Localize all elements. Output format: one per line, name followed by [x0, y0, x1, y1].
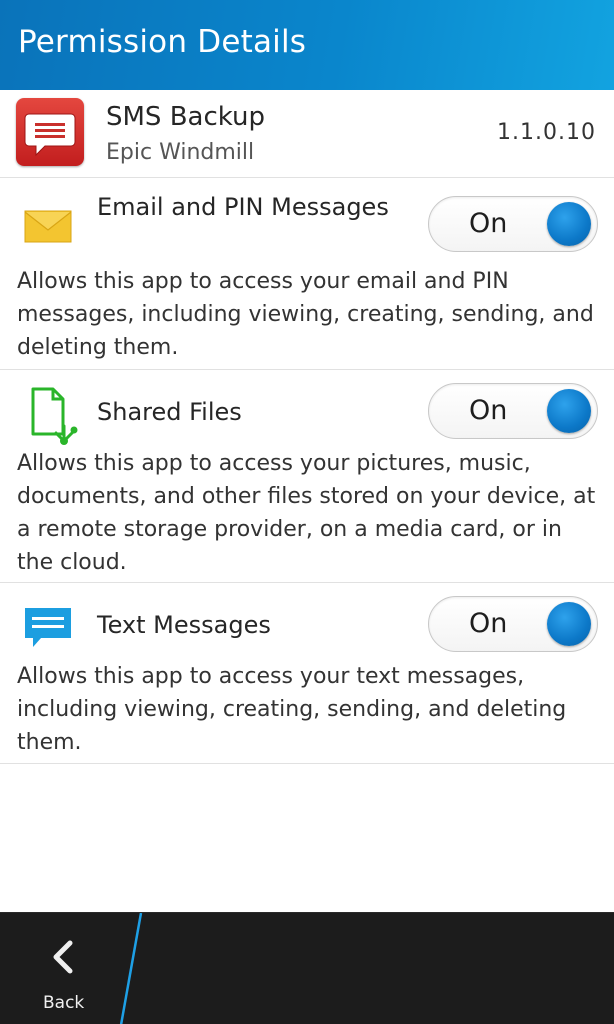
toggle-label: On — [469, 208, 508, 239]
app-name: SMS Backup — [106, 102, 266, 132]
shared-files-toggle[interactable]: On — [428, 383, 598, 439]
text-messages-toggle[interactable]: On — [428, 596, 598, 652]
permission-title: Text Messages — [97, 611, 271, 639]
permission-description: Allows this app to access your text mess… — [17, 664, 567, 755]
app-header: SMS Backup Epic Windmill 1.1.0.10 — [0, 90, 614, 178]
sms-app-icon — [16, 98, 84, 166]
permission-description: Allows this app to access your pictures,… — [17, 451, 596, 575]
toggle-label: On — [469, 608, 508, 639]
email-pin-toggle[interactable]: On — [428, 196, 598, 252]
shared-file-icon — [30, 386, 80, 450]
page-title: Permission Details — [18, 24, 307, 60]
toggle-label: On — [469, 395, 508, 426]
permission-email-pin: Email and PIN Messages On Allows this ap… — [0, 178, 614, 370]
action-bar-divider — [119, 913, 143, 1024]
permission-description: Allows this app to access your email and… — [17, 269, 594, 360]
toggle-knob — [547, 202, 591, 246]
app-developer: Epic Windmill — [106, 140, 255, 165]
title-bar: Permission Details — [0, 0, 614, 90]
toggle-knob — [547, 389, 591, 433]
app-version: 1.1.0.10 — [497, 120, 596, 145]
envelope-icon — [24, 208, 72, 248]
permission-shared-files: Shared Files On Allows this app to acces… — [0, 370, 614, 583]
permission-text-messages: Text Messages On Allows this app to acce… — [0, 583, 614, 764]
speech-bubble-icon — [24, 607, 72, 655]
permission-title: Shared Files — [97, 398, 242, 426]
action-bar: Back — [0, 912, 614, 1024]
permission-title: Email and PIN Messages — [97, 193, 389, 221]
toggle-knob — [547, 602, 591, 646]
